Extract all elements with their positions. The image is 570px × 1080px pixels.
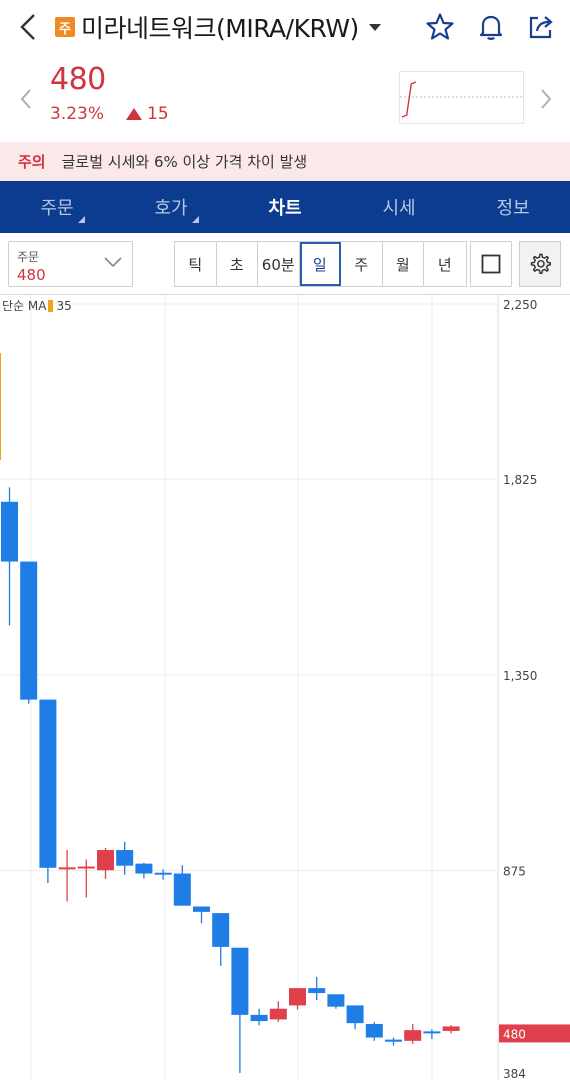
y-tick-label: 1,350 xyxy=(503,669,537,683)
bell-icon xyxy=(479,15,503,40)
candle-body xyxy=(116,850,134,866)
candle-body xyxy=(1,501,18,562)
candle-body xyxy=(154,872,172,875)
page-title: 미라네트워크(MIRA/KRW) xyxy=(81,14,359,43)
tab-label: 정보 xyxy=(496,198,530,219)
candle-body xyxy=(289,988,306,1006)
candle-body xyxy=(193,906,210,912)
tab-label: 주문 xyxy=(40,198,74,219)
corner-indicator-icon xyxy=(192,216,199,223)
candle-body xyxy=(173,873,191,906)
candle-body xyxy=(404,1030,422,1041)
main-tabs: 주문 호가 차트 시세 정보 xyxy=(0,181,570,233)
candle-body xyxy=(346,1005,364,1024)
ma-indicator-name: 단순 MA xyxy=(2,299,47,313)
tab-label: 차트 xyxy=(268,198,302,219)
tab-price[interactable]: 시세 xyxy=(342,181,456,233)
period-day[interactable]: 일 xyxy=(299,242,341,286)
price-summary: 480 3.23% 15 xyxy=(0,54,570,142)
change-amount: 15 xyxy=(147,104,169,124)
tab-orderbook[interactable]: 호가 xyxy=(114,181,228,233)
square-icon xyxy=(481,254,501,274)
period-year[interactable]: 년 xyxy=(424,242,466,286)
caret-down-icon xyxy=(368,23,381,31)
y-tick-label: 384 xyxy=(503,1067,526,1080)
select-label: 주문 xyxy=(17,250,40,264)
warning-text: 글로벌 시세와 6% 이상 가격 차이 발생 xyxy=(61,153,308,171)
ma-indicator-period: 35 xyxy=(56,298,72,313)
chart-type-select[interactable]: 주문 480 xyxy=(8,241,133,287)
share-icon xyxy=(529,16,553,39)
period-month[interactable]: 월 xyxy=(383,242,424,286)
prev-market-button[interactable] xyxy=(14,82,38,116)
select-value: 480 xyxy=(17,266,46,284)
chart-canvas[interactable]: 2,250 1,825 1,350 875 384 480 xyxy=(0,295,570,1080)
share-button[interactable] xyxy=(522,8,560,46)
chevron-right-icon xyxy=(541,89,552,109)
y-tick-label: 2,250 xyxy=(503,298,537,312)
candle-body xyxy=(97,850,114,871)
tab-label: 시세 xyxy=(382,198,416,219)
candle-body xyxy=(423,1031,441,1034)
candle-body xyxy=(442,1026,460,1031)
favorite-button[interactable] xyxy=(421,8,459,46)
sparkline xyxy=(401,81,417,118)
price-warning-banner: 주의 글로벌 시세와 6% 이상 가격 차이 발생 xyxy=(0,142,570,181)
next-market-button[interactable] xyxy=(534,82,558,116)
candle-body xyxy=(135,863,153,874)
tab-label: 호가 xyxy=(154,198,188,219)
current-price-tag-label: 480 xyxy=(503,1027,526,1041)
candle-body xyxy=(58,867,76,870)
ma-legend: 단순 MA 35 xyxy=(2,297,72,314)
candle-body xyxy=(327,994,345,1007)
period-selector: 틱 초 60분 일 주 월 년 xyxy=(174,241,467,287)
chevron-left-icon xyxy=(20,89,31,109)
mini-price-chart xyxy=(399,71,524,124)
period-week[interactable]: 주 xyxy=(341,242,383,286)
back-arrow-icon xyxy=(20,14,35,40)
candle-body xyxy=(77,866,95,869)
star-icon xyxy=(426,13,454,40)
app-header: 주 미라네트워크(MIRA/KRW) xyxy=(0,0,570,54)
market-selector[interactable]: 주 미라네트워크(MIRA/KRW) xyxy=(55,10,381,44)
ma-color-swatch xyxy=(48,299,54,312)
candle-body xyxy=(269,1008,287,1020)
candle-body xyxy=(250,1014,268,1022)
period-60min[interactable]: 60분 xyxy=(258,242,300,286)
y-tick-label: 875 xyxy=(503,865,526,879)
candle-body xyxy=(39,699,57,868)
current-price: 480 xyxy=(50,62,106,97)
warning-label: 주의 xyxy=(18,153,46,171)
candle-body xyxy=(231,947,249,1015)
triangle-up-icon xyxy=(126,108,143,120)
corner-indicator-icon xyxy=(78,216,85,223)
chevron-down-icon xyxy=(104,257,122,268)
tab-info[interactable]: 정보 xyxy=(456,181,570,233)
candle-body xyxy=(308,988,326,994)
candle-body xyxy=(212,913,230,947)
candle-body xyxy=(385,1039,402,1042)
back-button[interactable] xyxy=(12,10,44,44)
market-badge: 주 xyxy=(55,17,75,37)
notification-button[interactable] xyxy=(472,8,510,46)
candle-body xyxy=(365,1023,383,1038)
candle-body xyxy=(20,561,38,700)
tab-chart[interactable]: 차트 xyxy=(228,181,342,233)
chart-toolbar: 주문 480 틱 초 60분 일 주 월 년 xyxy=(0,233,570,295)
chart-settings-button[interactable] xyxy=(519,241,561,287)
tab-order[interactable]: 주문 xyxy=(0,181,114,233)
change-percent: 3.23% xyxy=(50,104,105,124)
fullscreen-button[interactable] xyxy=(470,241,512,287)
gear-icon xyxy=(530,253,551,274)
period-second[interactable]: 초 xyxy=(217,242,258,286)
price-change: 3.23% 15 xyxy=(50,104,169,124)
y-tick-label: 1,825 xyxy=(503,473,537,487)
candlestick-chart[interactable]: 2,250 1,825 1,350 875 384 480 단순 MA 35 xyxy=(0,295,570,1080)
period-tick[interactable]: 틱 xyxy=(175,242,217,286)
